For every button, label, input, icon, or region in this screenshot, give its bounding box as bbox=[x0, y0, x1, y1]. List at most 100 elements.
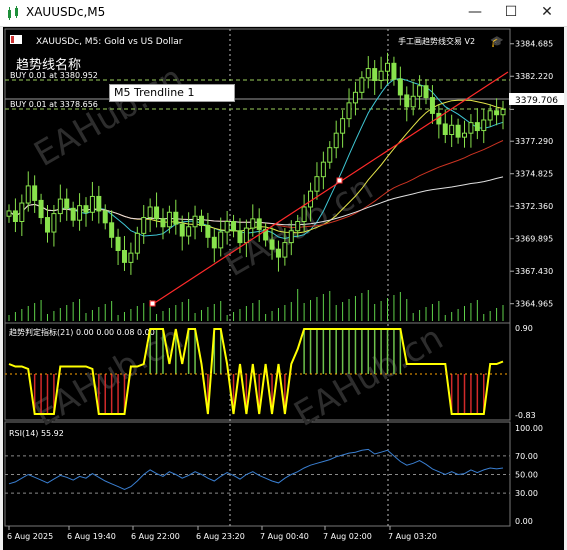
volume-bar bbox=[258, 300, 260, 321]
indicator-axis-top: 0.90 bbox=[515, 324, 533, 333]
candle-body bbox=[340, 118, 346, 134]
volume-bar bbox=[457, 309, 459, 321]
candle-body bbox=[128, 252, 134, 263]
time-axis-label: 6 Aug 22:00 bbox=[131, 532, 180, 541]
price-axis-label: 3374.825 bbox=[515, 170, 553, 179]
volume-bar bbox=[220, 301, 222, 321]
volume-bar bbox=[104, 304, 106, 321]
volume-bar bbox=[252, 303, 254, 321]
trendline-anchor-2[interactable] bbox=[336, 177, 343, 184]
volume-bar bbox=[168, 308, 170, 321]
volume-bar bbox=[79, 299, 81, 321]
chart-area[interactable]: EAHub.cn EAHub.cn EAHub.cn EAHub.cn XAUU… bbox=[3, 27, 564, 550]
candle-body bbox=[275, 248, 281, 258]
volume-bar bbox=[136, 306, 138, 321]
volume-bar bbox=[213, 304, 215, 321]
manual-trendline[interactable] bbox=[152, 71, 509, 305]
window-title: XAUUSDc,M5 bbox=[26, 5, 106, 19]
volume-bar bbox=[425, 307, 427, 321]
time-axis-label: 7 Aug 03:20 bbox=[388, 532, 437, 541]
volume-bar bbox=[496, 308, 498, 321]
candle-body bbox=[77, 205, 83, 221]
volume-bar bbox=[374, 304, 376, 321]
volume-bar bbox=[399, 292, 401, 321]
rsi-axis-label: 30.00 bbox=[515, 489, 538, 498]
candle-body bbox=[320, 161, 326, 178]
ea-hat-icon: 🎓 bbox=[490, 35, 504, 48]
candle-body bbox=[44, 217, 50, 233]
price-axis-label: 3382.220 bbox=[515, 72, 553, 81]
candle-body bbox=[449, 124, 455, 136]
candle-body bbox=[89, 195, 95, 213]
candle-body bbox=[365, 68, 371, 79]
rsi-axis-label: 0.00 bbox=[515, 517, 533, 526]
volume-bar bbox=[46, 314, 48, 321]
candle-body bbox=[327, 147, 333, 163]
indicator-axis-bottom: -0.83 bbox=[515, 411, 536, 420]
candle-body bbox=[462, 132, 468, 138]
volume-bar bbox=[245, 306, 247, 321]
volume-bar bbox=[284, 305, 286, 321]
volume-bar bbox=[271, 311, 273, 321]
volume-bar bbox=[27, 306, 29, 321]
candle-body bbox=[211, 236, 217, 249]
candle-body bbox=[25, 185, 31, 204]
candle-body bbox=[423, 85, 429, 99]
volume-bar bbox=[483, 314, 485, 321]
candle-body bbox=[455, 124, 461, 138]
close-button[interactable]: ✕ bbox=[531, 0, 563, 26]
candle-body bbox=[224, 221, 230, 233]
volume-bar bbox=[72, 302, 74, 321]
current-price-value: 3379.706 bbox=[515, 96, 558, 106]
candle-body bbox=[256, 218, 262, 230]
candle-body bbox=[378, 70, 384, 81]
volume-bar bbox=[14, 312, 16, 321]
volume-bar bbox=[265, 314, 267, 321]
trend-indicator-label: 趋势判定指标(21) 0.00 0.00 0.08 0.00 bbox=[9, 327, 155, 337]
rsi-axis-label: 70.00 bbox=[515, 452, 538, 461]
volume-bar bbox=[53, 311, 55, 321]
candle-body bbox=[474, 122, 480, 132]
candle-body bbox=[352, 91, 358, 104]
maximize-button[interactable]: ☐ bbox=[495, 0, 527, 26]
volume-bar bbox=[303, 303, 305, 321]
trendline-anchor-1[interactable] bbox=[149, 300, 156, 307]
volume-bar bbox=[123, 312, 125, 321]
candle-body bbox=[237, 230, 243, 244]
trendline-name-input[interactable]: M5 Trendline 1 bbox=[109, 84, 235, 102]
volume-bar bbox=[21, 309, 23, 321]
minimize-button[interactable]: — bbox=[459, 0, 491, 26]
price-axis: 3384.685 3382.220 3377.290 3374.825 3372.360… bbox=[510, 40, 553, 309]
candle-body bbox=[147, 206, 153, 219]
candle-body bbox=[231, 221, 237, 232]
candle-body bbox=[51, 213, 57, 233]
volume-bar bbox=[239, 309, 241, 321]
candle-body bbox=[134, 232, 140, 254]
volume-bar bbox=[156, 314, 158, 321]
volume-bar bbox=[200, 310, 202, 321]
volume-bar bbox=[380, 301, 382, 321]
price-axis-label: 3364.965 bbox=[515, 300, 553, 309]
time-axis-label: 6 Aug 19:40 bbox=[67, 532, 116, 541]
candle-body bbox=[160, 218, 166, 228]
volume-bar bbox=[361, 293, 363, 321]
candle-body bbox=[141, 217, 147, 234]
candle-body bbox=[487, 110, 493, 121]
volume-bar bbox=[181, 302, 183, 321]
volume-bar bbox=[66, 305, 68, 321]
volume-bar bbox=[387, 298, 389, 321]
buy-order-label-2: BUY 0.01 at 3378.656 bbox=[10, 100, 98, 109]
candle-body bbox=[173, 211, 179, 225]
rsi-axis-label: 100.00 bbox=[515, 424, 543, 433]
chart-canvas[interactable]: EAHub.cn EAHub.cn EAHub.cn EAHub.cn XAUU… bbox=[3, 27, 564, 550]
candle-body bbox=[32, 185, 38, 201]
volume-bar bbox=[188, 299, 190, 321]
candle-body bbox=[404, 94, 410, 108]
rsi-plot bbox=[5, 448, 510, 494]
rsi-label: RSI(14) 55.92 bbox=[9, 429, 64, 438]
candle-body bbox=[64, 198, 70, 209]
candle-body bbox=[397, 78, 403, 96]
candle-body bbox=[179, 223, 185, 237]
candle-body bbox=[500, 108, 506, 116]
candle-body bbox=[429, 97, 435, 114]
